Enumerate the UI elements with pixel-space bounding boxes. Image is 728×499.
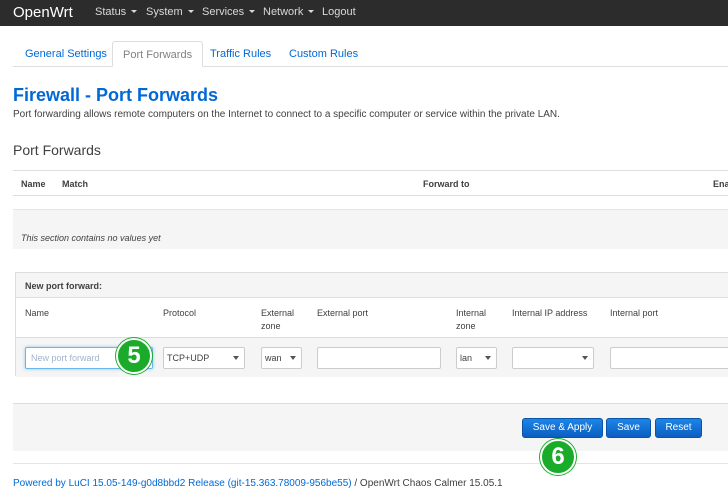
dropdown-arrow-icon bbox=[485, 356, 491, 360]
column-header-match: Match bbox=[62, 179, 89, 189]
form-actions-bar: Save & Apply Save Reset bbox=[13, 403, 728, 451]
label-name: Name bbox=[25, 308, 50, 318]
dropdown-arrow-icon bbox=[290, 356, 296, 360]
empty-table-row: This section contains no values yet bbox=[13, 209, 728, 249]
port-forwards-table-header: Name Match Forward to Ena bbox=[13, 170, 728, 196]
footer-version-text: / OpenWrt Chaos Calmer 15.05.1 bbox=[351, 478, 503, 489]
internal-port-field-wrapper bbox=[610, 347, 728, 369]
new-port-forward-header: New port forward: bbox=[16, 273, 728, 298]
label-internal-zone: Internal zone bbox=[456, 308, 487, 331]
footer: Powered by LuCI 15.05-149-g0d8bbd2 Relea… bbox=[13, 478, 503, 489]
column-header-forward-to: Forward to bbox=[423, 179, 470, 189]
nav-services[interactable]: Services bbox=[202, 6, 256, 18]
external-port-input[interactable] bbox=[323, 348, 435, 368]
label-internal-ip: Internal IP address bbox=[512, 308, 588, 318]
section-title: Port Forwards bbox=[13, 142, 101, 158]
protocol-select-value: TCP+UDP bbox=[167, 353, 210, 363]
tab-traffic-rules[interactable]: Traffic Rules bbox=[210, 48, 271, 60]
internal-ip-select[interactable] bbox=[512, 347, 594, 369]
caret-down-icon bbox=[249, 10, 256, 13]
label-protocol: Protocol bbox=[163, 308, 197, 318]
tab-general-settings[interactable]: General Settings bbox=[25, 48, 107, 60]
luci-version-link[interactable]: Powered by LuCI 15.05-149-g0d8bbd2 Relea… bbox=[13, 478, 352, 489]
new-port-forward-title: New port forward: bbox=[25, 281, 103, 291]
external-port-field-wrapper bbox=[317, 347, 441, 369]
footer-divider bbox=[13, 463, 728, 464]
label-external-zone: External zone bbox=[261, 308, 295, 331]
step-badge-6: 6 bbox=[540, 439, 576, 475]
tab-custom-rules[interactable]: Custom Rules bbox=[289, 48, 358, 60]
empty-section-message: This section contains no values yet bbox=[21, 233, 161, 243]
external-zone-select-value: wan bbox=[265, 353, 282, 363]
top-navbar: OpenWrt Status System Services Network L… bbox=[0, 0, 728, 26]
label-external-port: External port bbox=[317, 308, 369, 318]
tab-port-forwards[interactable]: Port Forwards bbox=[112, 41, 204, 67]
nav-logout[interactable]: Logout bbox=[322, 6, 356, 18]
internal-zone-select-value: lan bbox=[460, 353, 473, 363]
page-description: Port forwarding allows remote computers … bbox=[13, 109, 560, 120]
protocol-select[interactable]: TCP+UDP bbox=[163, 347, 245, 369]
save-apply-button[interactable]: Save & Apply bbox=[522, 418, 603, 438]
caret-down-icon bbox=[308, 10, 315, 13]
dropdown-arrow-icon bbox=[582, 356, 588, 360]
external-zone-select[interactable]: wan bbox=[261, 347, 302, 369]
page-title: Firewall - Port Forwards bbox=[13, 85, 219, 105]
column-header-name: Name bbox=[21, 179, 46, 189]
label-internal-port: Internal port bbox=[610, 308, 659, 318]
save-button[interactable]: Save bbox=[606, 418, 651, 438]
caret-down-icon bbox=[187, 10, 194, 13]
nav-system[interactable]: System bbox=[146, 6, 194, 18]
reset-button[interactable]: Reset bbox=[655, 418, 702, 438]
column-header-enable: Ena bbox=[713, 179, 728, 189]
internal-port-input[interactable] bbox=[616, 348, 725, 368]
internal-zone-select[interactable]: lan bbox=[456, 347, 497, 369]
nav-network[interactable]: Network bbox=[263, 6, 315, 18]
step-badge-5: 5 bbox=[116, 338, 152, 374]
caret-down-icon bbox=[131, 10, 138, 13]
dropdown-arrow-icon bbox=[233, 356, 239, 360]
brand-logo[interactable]: OpenWrt bbox=[13, 4, 73, 21]
nav-status[interactable]: Status bbox=[95, 6, 138, 18]
